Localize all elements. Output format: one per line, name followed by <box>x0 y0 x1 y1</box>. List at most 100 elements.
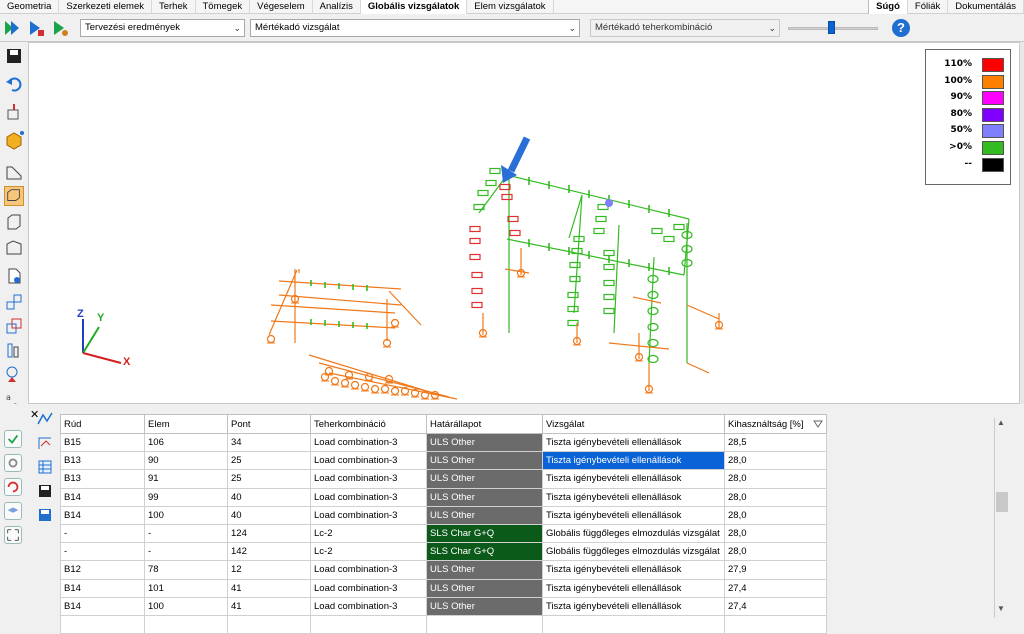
table-cell[interactable]: 124 <box>227 523 311 544</box>
save-icon[interactable] <box>36 482 54 500</box>
table-scrollbar[interactable]: ▲ ▼ <box>994 418 1008 618</box>
table-cell[interactable]: ULS Other <box>426 560 543 580</box>
table-cell[interactable]: Globális függőleges elmozdulás vizsgálat <box>542 523 725 544</box>
structure-model[interactable]: Z Y X <box>29 43 1020 404</box>
support-icon[interactable] <box>4 364 24 384</box>
table-cell[interactable]: SLS Char G+Q <box>426 542 543 562</box>
table-cell[interactable]: - <box>60 542 145 562</box>
save-icon[interactable] <box>4 46 24 66</box>
table-cell[interactable]: Tiszta igénybevételi ellenállások <box>542 505 725 525</box>
table-cell[interactable]: 41 <box>227 596 311 616</box>
table-cell[interactable]: Load combination-3 <box>310 596 427 616</box>
table-cell[interactable]: 41 <box>227 578 311 598</box>
table-cell[interactable]: 28,0 <box>724 542 827 562</box>
table-cell[interactable]: Load combination-3 <box>310 487 427 507</box>
table-cell[interactable]: 91 <box>144 469 228 489</box>
table-row[interactable]: B14 99 40 Load combination-3 ULS Other Tiszta… <box>60 487 827 507</box>
column-icon[interactable] <box>4 340 24 360</box>
table-cell[interactable]: 12 <box>227 560 311 580</box>
table-cell[interactable]: 25 <box>227 469 311 489</box>
cube-icon[interactable] <box>4 130 24 150</box>
table-row[interactable] <box>60 614 827 634</box>
table-cell[interactable]: Lc-2 <box>310 523 427 544</box>
table-cell[interactable]: 28,0 <box>724 487 827 507</box>
document-icon[interactable] <box>4 266 24 286</box>
tab-5[interactable]: Analízis <box>313 0 361 14</box>
table-cell[interactable]: - <box>144 523 228 544</box>
diagram-icon[interactable] <box>36 434 54 452</box>
refresh-icon[interactable] <box>4 478 22 496</box>
beam-icon[interactable] <box>4 292 24 312</box>
table-cell[interactable]: Load combination-3 <box>310 578 427 598</box>
table-cell[interactable]: 100 <box>144 505 228 525</box>
table-cell[interactable]: 34 <box>227 432 311 453</box>
table-cell[interactable]: 25 <box>227 451 311 471</box>
table-cell[interactable]: Load combination-3 <box>310 560 427 580</box>
column-header[interactable]: Határállapot <box>426 414 543 434</box>
tab-3[interactable]: Tömegek <box>196 0 251 14</box>
tab-0[interactable]: Geometria <box>0 0 60 14</box>
column-header[interactable]: Kihasználtság [%] <box>724 414 827 434</box>
column-header[interactable]: Rúd <box>60 414 145 434</box>
table-cell[interactable]: Tiszta igénybevételi ellenállások <box>542 451 725 471</box>
table-cell[interactable]: Tiszta igénybevételi ellenállások <box>542 487 725 507</box>
table-cell[interactable]: 27,9 <box>724 560 827 580</box>
result-type-select[interactable]: Tervezési eredmények ⌄ <box>80 19 245 37</box>
table-cell[interactable]: 28,0 <box>724 469 827 489</box>
column-header[interactable]: Pont <box>227 414 311 434</box>
combination-select[interactable]: Mértékadó teherkombináció ⌄ <box>590 19 780 37</box>
table-cell[interactable]: 40 <box>227 487 311 507</box>
tab-6[interactable]: Globális vizsgálatok <box>360 0 468 14</box>
table-cell[interactable]: Load combination-3 <box>310 469 427 489</box>
table-cell[interactable]: Load combination-3 <box>310 505 427 525</box>
table-row[interactable]: B14 100 40 Load combination-3 ULS Other Tiszt… <box>60 505 827 525</box>
filter-icon[interactable] <box>813 419 823 429</box>
table-cell[interactable] <box>227 614 311 634</box>
help-icon[interactable]: ? <box>892 19 910 37</box>
table-cell[interactable]: Tiszta igénybevételi ellenállások <box>542 560 725 580</box>
chart-icon[interactable] <box>36 410 54 428</box>
slider-thumb[interactable] <box>828 21 835 34</box>
view-side-icon[interactable] <box>4 238 24 258</box>
table-row[interactable]: - -142 Lc-2 SLS Char G+Q Globális függőleges… <box>60 542 827 562</box>
view-front-icon[interactable] <box>4 212 24 232</box>
table-cell[interactable] <box>60 614 145 634</box>
table-cell[interactable]: 28,0 <box>724 451 827 471</box>
shell-icon[interactable] <box>4 316 24 336</box>
table-cell[interactable]: 28,5 <box>724 432 827 453</box>
table-cell[interactable]: ULS Other <box>426 505 543 525</box>
check-type-select[interactable]: Mértékadó vizsgálat ⌄ <box>250 19 580 37</box>
run-selected-icon[interactable] <box>26 18 46 38</box>
table-cell[interactable] <box>542 614 725 634</box>
table-cell[interactable]: 101 <box>144 578 228 598</box>
table-cell[interactable]: 142 <box>227 542 311 562</box>
undo-icon[interactable] <box>4 74 24 94</box>
right-tab-0[interactable]: Súgó <box>869 0 908 14</box>
table-cell[interactable]: 78 <box>144 560 228 580</box>
right-tab-2[interactable]: Dokumentálás <box>948 0 1024 14</box>
table-row[interactable]: B12 78 12 Load combination-3 ULS Other Tiszta… <box>60 560 827 580</box>
table-cell[interactable]: 40 <box>227 505 311 525</box>
table-cell[interactable]: B13 <box>60 469 145 489</box>
scroll-down-icon[interactable]: ▼ <box>997 604 1005 613</box>
scroll-up-icon[interactable]: ▲ <box>997 418 1005 427</box>
scroll-thumb[interactable] <box>996 492 1008 512</box>
results-table[interactable]: Rúd Elem Pont Teherkombináció Határállapot Vi… <box>60 414 827 634</box>
table-cell[interactable]: 106 <box>144 432 228 453</box>
table-cell[interactable]: - <box>60 523 145 544</box>
table-cell[interactable]: ULS Other <box>426 432 543 453</box>
table-row[interactable]: B14 100 41 Load combination-3 ULS Other Tiszt… <box>60 596 827 616</box>
table-cell[interactable]: Tiszta igénybevételi ellenállások <box>542 469 725 489</box>
table-cell[interactable]: B14 <box>60 596 145 616</box>
tab-1[interactable]: Szerkezeti elemek <box>59 0 152 14</box>
table-row[interactable]: B13 90 25 Load combination-3 ULS Other Tiszta… <box>60 451 827 471</box>
tab-4[interactable]: Végeselem <box>250 0 313 14</box>
table-cell[interactable] <box>144 614 228 634</box>
table-cell[interactable]: B12 <box>60 560 145 580</box>
table-cell[interactable]: B13 <box>60 451 145 471</box>
table-cell[interactable]: ULS Other <box>426 451 543 471</box>
run-icon[interactable] <box>2 18 22 38</box>
right-tab-1[interactable]: Fóliák <box>908 0 949 14</box>
table-cell[interactable]: Tiszta igénybevételi ellenállások <box>542 432 725 453</box>
table-cell[interactable]: - <box>144 542 228 562</box>
